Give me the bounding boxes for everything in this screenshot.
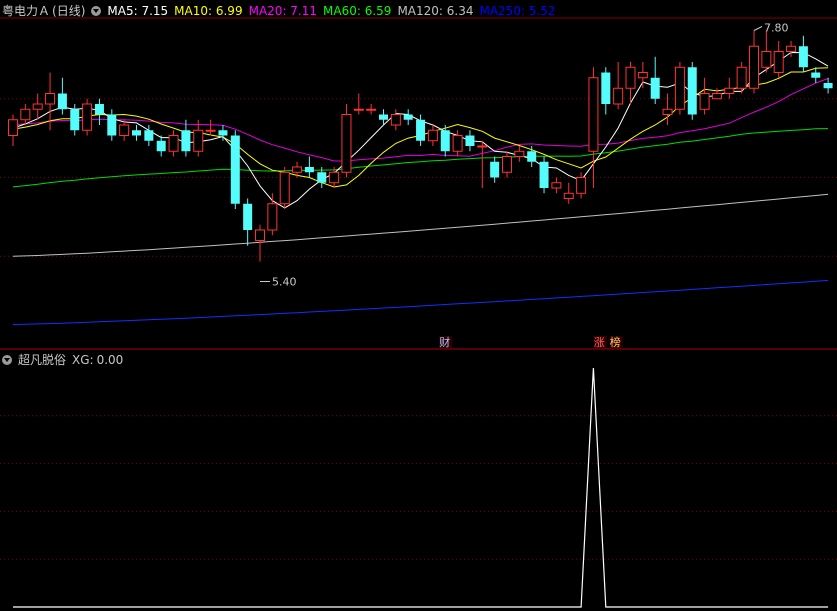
candle-body xyxy=(786,45,797,52)
candle-body xyxy=(699,93,710,110)
chart-canvas[interactable]: 7.80 5.40 财 涨榜 xyxy=(0,0,837,611)
candle-body xyxy=(736,66,747,89)
candle-body xyxy=(132,130,141,136)
candle-body xyxy=(57,93,67,110)
candle-body xyxy=(514,150,525,157)
candle-body xyxy=(403,114,413,120)
candle-body xyxy=(243,203,253,230)
candle-body xyxy=(8,119,18,136)
candle-body xyxy=(230,135,240,204)
candle-body xyxy=(625,66,636,89)
candle-body xyxy=(144,130,154,141)
ma250-line xyxy=(12,279,829,325)
event-marker: 涨 xyxy=(594,336,605,349)
candle-body xyxy=(749,45,759,89)
event-marker: 榜 xyxy=(610,335,621,349)
candle-body xyxy=(341,114,352,173)
ma-legend-item: MA120: 6.34 xyxy=(397,4,474,18)
low-marker: 5.40 xyxy=(272,276,297,289)
candle-body xyxy=(798,46,808,68)
ma120-line xyxy=(12,193,829,257)
candle-body xyxy=(267,203,278,231)
candle-body xyxy=(193,129,204,152)
xg-label: XG: xyxy=(72,353,94,367)
candle-body xyxy=(502,156,512,173)
high-marker-arrow xyxy=(753,26,763,31)
ma-legend-item: MA20: 7.11 xyxy=(248,4,318,18)
candle-body xyxy=(317,172,327,183)
main-panel-header: 粤电力Ａ (日线) MA5: 7.15 MA10: 6.99 MA20: 7.11 MA6… xyxy=(2,3,568,19)
candle-body xyxy=(811,72,821,78)
candle-body xyxy=(527,151,537,162)
candle-body xyxy=(416,119,426,141)
event-marker: 财 xyxy=(439,335,450,349)
ma-legend-item: MA10: 6.99 xyxy=(174,4,243,18)
candle-body xyxy=(82,103,93,131)
sub-panel-title: 超凡脱俗 xyxy=(18,353,67,367)
candle-body xyxy=(353,108,364,111)
candle-body xyxy=(823,83,833,89)
candle-body xyxy=(94,104,104,115)
candle-body xyxy=(181,130,191,152)
period-label: (日线) xyxy=(52,4,86,18)
candle-body xyxy=(119,124,130,136)
candle-body xyxy=(674,66,685,110)
candle-body xyxy=(427,129,438,142)
candle-body xyxy=(304,167,314,173)
candle-body xyxy=(379,114,388,120)
candle-body xyxy=(279,171,290,205)
candle-body xyxy=(477,145,488,148)
candle-body xyxy=(45,93,56,105)
candle-body xyxy=(168,135,179,152)
candle-body xyxy=(662,108,673,115)
candle-body xyxy=(218,130,228,136)
candle-body xyxy=(205,129,216,132)
candle-body xyxy=(32,103,43,110)
candle-body xyxy=(390,114,401,126)
candle-body xyxy=(292,166,303,173)
candle-body xyxy=(588,77,599,152)
candle-body xyxy=(490,161,500,178)
stock-chart[interactable]: 7.80 5.40 财涨榜 粤电力Ａ (日线) MA5: 7.15 MA10: 6.99 M… xyxy=(0,0,837,611)
candle-body xyxy=(440,130,450,152)
candle-body xyxy=(107,114,117,136)
candle-body xyxy=(366,108,377,111)
candle-body xyxy=(255,229,265,241)
candle-body xyxy=(773,51,784,73)
chevron-down-icon[interactable] xyxy=(91,6,102,16)
candle-body xyxy=(576,177,587,194)
candle-body xyxy=(563,192,574,199)
candle-body xyxy=(761,51,772,68)
sub-panel-header: 超凡脱俗 XG: 0.00 xyxy=(2,352,129,368)
high-marker: 7.80 xyxy=(764,22,789,35)
candle-body xyxy=(711,93,722,100)
candle-body xyxy=(465,135,475,146)
ma-legend: MA5: 7.15 MA10: 6.99 MA20: 7.11 MA60: 6.59 M… xyxy=(107,4,561,18)
candle-body xyxy=(601,72,611,104)
candle-body xyxy=(650,77,660,99)
ma-legend-item: MA250: 5.52 xyxy=(479,4,556,18)
chevron-down-icon[interactable] xyxy=(2,355,12,365)
candle-body xyxy=(156,140,166,152)
candle-body xyxy=(687,67,697,115)
candle-body xyxy=(452,135,463,152)
xg-value: 0.00 xyxy=(96,353,124,367)
candle-body xyxy=(70,109,80,131)
candle-body xyxy=(613,87,624,105)
candle-body xyxy=(20,108,31,121)
candle-body xyxy=(539,161,549,188)
candle-body xyxy=(551,182,562,189)
candle-body xyxy=(724,87,735,94)
candle-body xyxy=(329,171,340,184)
ma-legend-item: MA60: 6.59 xyxy=(323,4,392,18)
xg-signal-line xyxy=(13,367,829,608)
candle-body xyxy=(637,72,648,79)
main-panel-title: 粤电力Ａ xyxy=(2,4,51,18)
ma-legend-item: MA5: 7.15 xyxy=(107,4,169,18)
